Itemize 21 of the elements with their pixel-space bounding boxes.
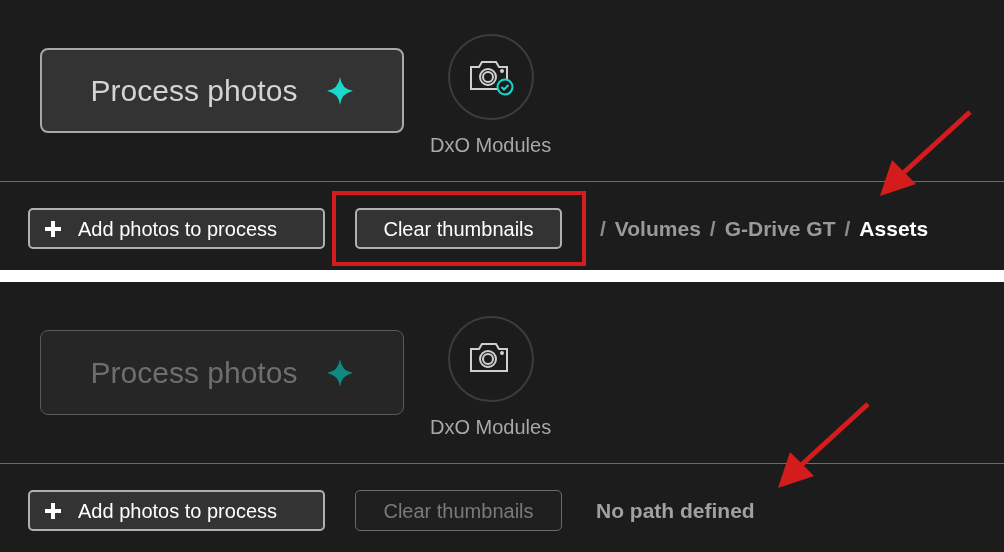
add-photos-button[interactable]: Add photos to process: [28, 490, 325, 531]
add-photos-button[interactable]: Add photos to process: [28, 208, 325, 249]
camera-icon: [469, 343, 508, 372]
path-segment[interactable]: Assets: [859, 212, 929, 245]
process-photos-button[interactable]: Process photos: [40, 48, 404, 133]
path-segment[interactable]: G-Drive GT: [724, 212, 836, 245]
dxo-modules-button[interactable]: [447, 34, 534, 120]
modules-label: DxO Modules: [430, 133, 552, 158]
modules-label: DxO Modules: [430, 415, 552, 440]
sparkle-icon: [327, 358, 354, 387]
path-message: No path defined: [596, 497, 755, 524]
path-separator: /: [844, 215, 851, 242]
plus-icon: [44, 219, 62, 238]
camera-icon: [469, 61, 508, 90]
plus-icon: [44, 501, 62, 520]
path-separator: /: [600, 215, 606, 242]
sparkle-icon: [327, 76, 354, 105]
path-segment[interactable]: Volumes: [614, 212, 701, 245]
path-separator: /: [709, 215, 716, 242]
clear-thumbnails-button[interactable]: Clear thumbnails: [355, 208, 562, 249]
dxo-modules-button[interactable]: [447, 316, 534, 402]
